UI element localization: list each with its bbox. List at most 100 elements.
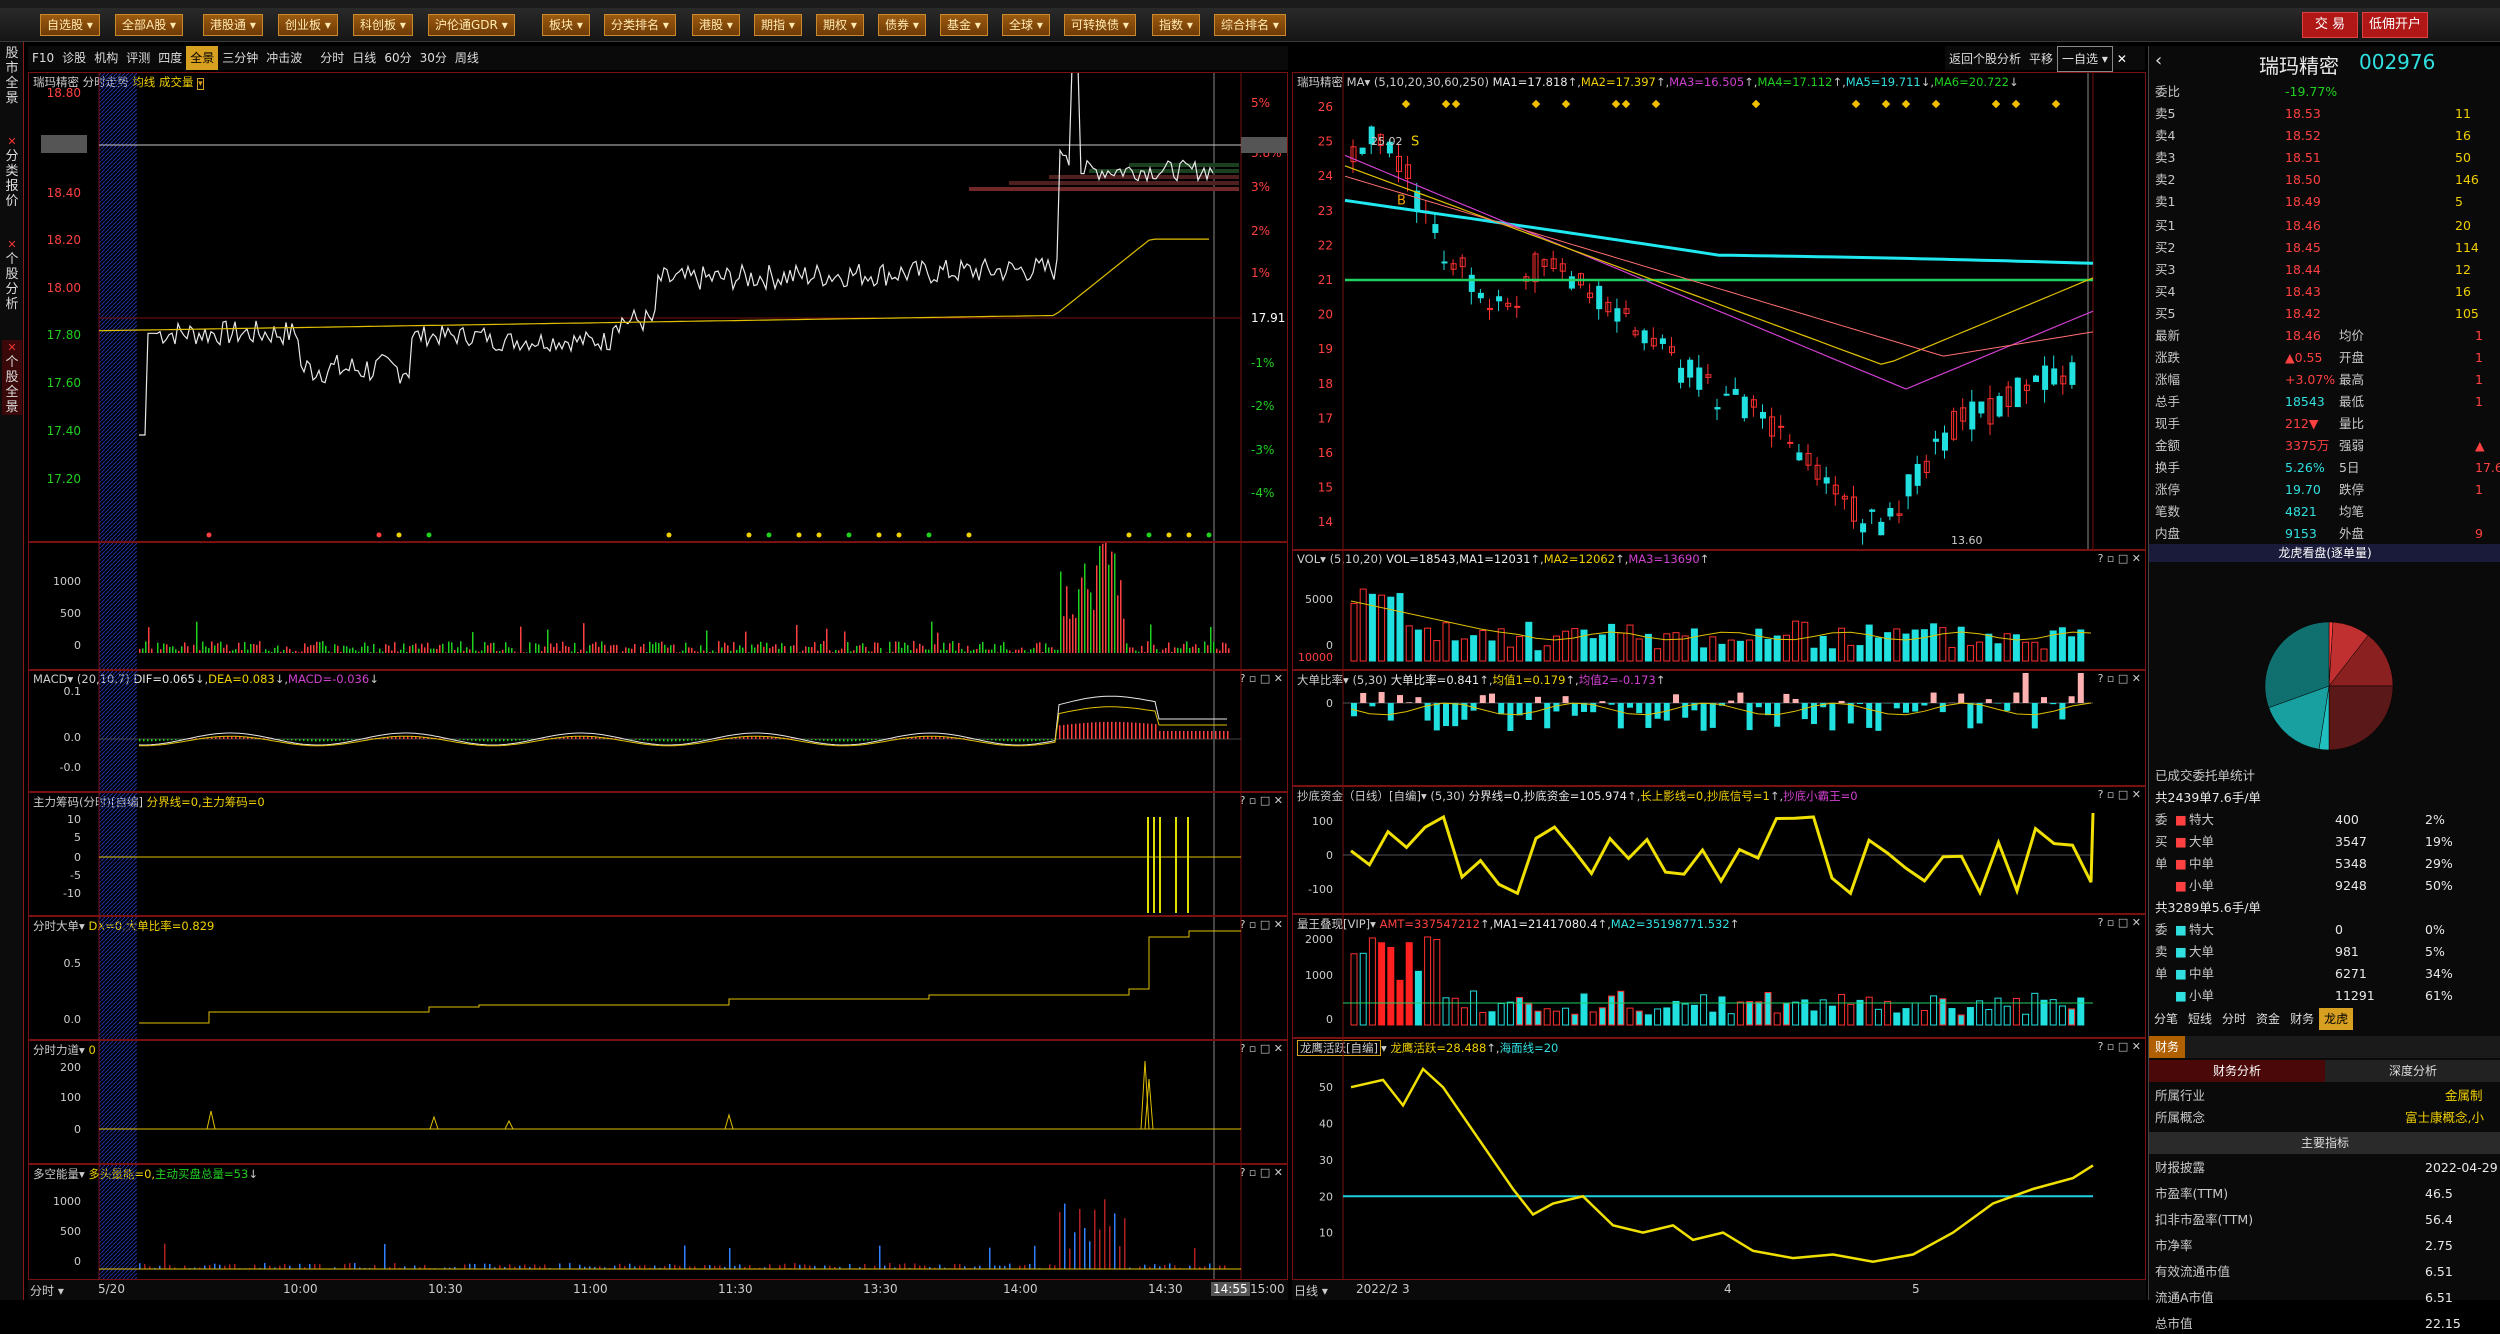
ask-row: 卖118.495 [2155,192,2500,212]
toolbar-button[interactable]: 诊股 [58,46,90,70]
menu-item[interactable]: 分类排名 ▾ [604,14,676,36]
macd-bar [515,739,517,741]
menu-item[interactable]: 可转换债 ▾ [1064,14,1136,36]
volume-bar [1177,648,1179,653]
force-spike [725,1115,733,1129]
volume-bar [853,650,855,653]
menu-item[interactable]: 港股 ▾ [692,14,740,36]
ratio-bar [1977,703,1983,723]
close-icon[interactable]: ✕ [7,341,16,354]
volume-bar [856,646,858,653]
toolbar-button[interactable]: 30分 [416,46,451,70]
side-tab-quotes[interactable]: ✕分类报价 [2,134,22,209]
kline-tick: 25 [1318,135,1333,149]
menu-item[interactable]: 综合排名 ▾ [1214,14,1286,36]
toolbar-button[interactable]: 全景 [186,46,218,70]
time-label[interactable]: 分时 ▾ [30,1282,64,1299]
menu-item[interactable]: 债券 ▾ [878,14,926,36]
side-tab-analysis[interactable]: ✕个股分析 [2,237,22,312]
menu-item[interactable]: 期指 ▾ [754,14,802,36]
toolbar-button[interactable]: 分时 [316,46,348,70]
volume-bar [388,645,390,653]
date-label[interactable]: 日线 ▾ [1294,1282,1328,1299]
kline-panel[interactable]: 瑞玛精密 MA▾ (5,10,20,30,60,250) MA1=17.818↑… [1292,72,2146,550]
side-tab-overview[interactable]: ✕个股全景 [2,340,22,415]
amt-bar [1949,1009,1955,1025]
volume-bar [976,649,978,653]
volume-bar [286,647,288,653]
toolbar-button[interactable]: 冲击波 [262,46,306,70]
menu-item[interactable]: 期权 ▾ [816,14,864,36]
volume-bar [340,652,342,653]
close-icon[interactable]: ✕ [2113,47,2131,71]
quote-tab[interactable]: 龙虎 [2319,1008,2353,1030]
volume-bar [652,644,654,653]
date-label: 4 [1724,1282,1732,1296]
volume-bar [361,647,363,653]
fin-row-cell: 46.5 [2425,1184,2453,1204]
toolbar-button[interactable]: 周线 [451,46,483,70]
stat-row-cell: 跌停 [2339,480,2364,500]
toolbar-button[interactable]: 返回个股分析 [1945,47,2025,71]
intraday-price-panel[interactable]: 瑞玛精密 分时走势 均线 成交量 ▾ 18.8018.5918.4018.201… [28,72,1288,542]
macd-bar [287,739,289,740]
menu-item[interactable]: 港股通 ▾ [203,14,263,36]
quote-tab[interactable]: 分时 [2217,1008,2251,1030]
macd-tick: 0.1 [64,685,82,698]
volume-bar [529,642,531,653]
menu-item[interactable]: 全部A股 ▾ [115,14,183,36]
sell-order-row-cell: 981 [2335,942,2359,962]
toolbar-button[interactable]: 日线 [348,46,380,70]
menu-item[interactable]: 科创板 ▾ [353,14,413,36]
sell-order-row-cell: ■ [2175,986,2187,1006]
volume-bar [250,644,252,653]
close-icon[interactable]: ✕ [7,135,16,148]
menu-item[interactable]: 沪伦通GDR ▾ [428,14,515,36]
volume-bar [205,646,207,653]
macd-bar [759,737,761,739]
menu-item[interactable]: 基金 ▾ [940,14,988,36]
stat-row-cell: 总手 [2155,392,2180,412]
candle-body [1761,412,1766,418]
menu-item[interactable]: 全球 ▾ [1002,14,1050,36]
fin-row: 市盈率(TTM)46.5 [2155,1184,2500,1204]
volume-bar [712,650,714,653]
ratio-bar [1829,703,1835,730]
menu-item[interactable]: 指数 ▾ [1152,14,1200,36]
bid-row-cell: 18.46 [2285,216,2321,236]
ratio-bar [1921,703,1927,706]
date-axis: 日线 ▾2022/2345 [1292,1280,2146,1300]
fin-analysis-tab[interactable]: 财务分析 [2149,1060,2325,1082]
toolbar-button[interactable]: 平移 [2025,47,2057,71]
fin-tab[interactable]: 财务 [2149,1036,2185,1058]
toolbar-button[interactable]: F10 [28,46,58,70]
deep-analysis-tab[interactable]: 深度分析 [2325,1060,2500,1082]
close-icon[interactable]: ✕ [7,238,16,251]
side-tab-market[interactable]: 股市全景 [2,46,22,106]
quote-tab[interactable]: 资金 [2251,1008,2285,1030]
toolbar-button[interactable]: 一自选 ▾ [2057,46,2113,72]
toolbar-button[interactable]: 四度 [154,46,186,70]
toolbar-button[interactable]: 评测 [122,46,154,70]
big-order-panel: 分时大单▾ DX=0,大单比率=0.829 ? ▫ □ ✕ 0.50.0 [28,916,1288,1040]
trade-button[interactable]: 交 易 [2302,12,2358,38]
ratio-bar [1857,703,1863,704]
quote-tab[interactable]: 财务 [2285,1008,2319,1030]
ask-row-cell: 18.51 [2285,148,2321,168]
back-icon[interactable]: ‹ [2155,50,2162,71]
toolbar-button[interactable]: 60分 [380,46,415,70]
quote-tab[interactable]: 短线 [2183,1008,2217,1030]
toolbar-button[interactable]: 三分钟 [218,46,262,70]
fund-line [1351,813,2093,893]
macd-bar [615,738,617,739]
volume-bar [394,642,396,653]
ask-row-cell: 卖5 [2155,104,2175,124]
open-account-button[interactable]: 低佣开户 [2362,12,2428,38]
menu-item[interactable]: 自选股 ▾ [40,14,100,36]
menu-item[interactable]: 板块 ▾ [542,14,590,36]
menu-item[interactable]: 创业板 ▾ [278,14,338,36]
candle-body [1924,461,1929,472]
macd-bar [679,739,681,741]
toolbar-button[interactable]: 机构 [90,46,122,70]
quote-tab[interactable]: 分笔 [2149,1008,2183,1030]
